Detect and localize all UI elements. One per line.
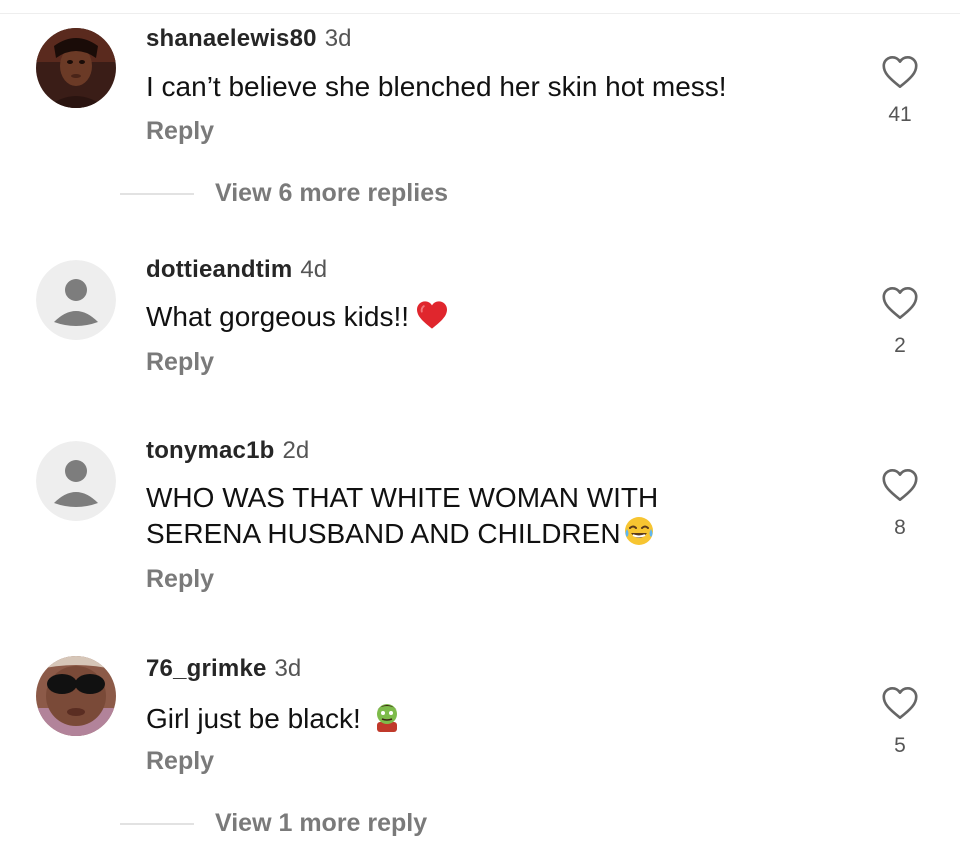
avatar[interactable] bbox=[36, 441, 116, 521]
comment-text-line: SERENA HUSBAND AND CHILDREN bbox=[146, 515, 658, 555]
username[interactable]: shanaelewis80 bbox=[146, 25, 317, 52]
view-more-label: View 1 more reply bbox=[215, 809, 428, 837]
like-count: 2 bbox=[894, 334, 906, 357]
comment-text-content: SERENA HUSBAND AND CHILDREN bbox=[146, 518, 621, 549]
red-heart-emoji-icon bbox=[415, 300, 449, 338]
reply-button[interactable]: Reply bbox=[146, 116, 214, 146]
user-photo-avatar-icon bbox=[36, 656, 116, 736]
like-count: 41 bbox=[888, 103, 912, 126]
timestamp: 4d bbox=[300, 256, 328, 283]
heart-outline-icon bbox=[882, 469, 918, 501]
view-more-line bbox=[120, 823, 194, 825]
heart-outline-icon bbox=[882, 287, 918, 319]
comment-text: What gorgeous kids!! bbox=[146, 300, 449, 338]
comment-text-content: I can’t believe she blenched her skin ho… bbox=[146, 71, 727, 102]
face-with-tears-of-joy-emoji-icon bbox=[623, 515, 655, 555]
timestamp: 3d bbox=[324, 25, 352, 52]
like-count: 8 bbox=[894, 516, 906, 539]
like-button[interactable]: 2 bbox=[876, 286, 924, 358]
like-button[interactable]: 8 bbox=[876, 468, 924, 540]
like-button[interactable]: 41 bbox=[876, 55, 924, 127]
comment-text: Girl just be black! bbox=[146, 700, 403, 740]
timestamp: 3d bbox=[274, 655, 302, 682]
avatar[interactable] bbox=[36, 260, 116, 340]
view-more-label: View 6 more replies bbox=[215, 179, 448, 207]
default-profile-avatar-icon bbox=[36, 441, 116, 521]
like-button[interactable]: 5 bbox=[876, 686, 924, 758]
heart-outline-icon bbox=[882, 56, 918, 88]
user-photo-avatar-icon bbox=[36, 28, 116, 108]
comment-text-content: Girl just be black! bbox=[146, 703, 361, 734]
username[interactable]: dottieandtim bbox=[146, 256, 292, 283]
zombie-emoji-icon bbox=[371, 700, 403, 740]
default-profile-avatar-icon bbox=[36, 260, 116, 340]
avatar[interactable] bbox=[36, 28, 116, 108]
reply-button[interactable]: Reply bbox=[146, 746, 214, 776]
timestamp: 2d bbox=[282, 437, 310, 464]
top-divider bbox=[0, 13, 960, 14]
like-count: 5 bbox=[894, 734, 906, 757]
avatar[interactable] bbox=[36, 656, 116, 736]
reply-button[interactable]: Reply bbox=[146, 564, 214, 594]
username[interactable]: tonymac1b bbox=[146, 437, 275, 464]
reply-button[interactable]: Reply bbox=[146, 347, 214, 377]
username[interactable]: 76_grimke bbox=[146, 655, 267, 682]
comment-text-line: WHO WAS THAT WHITE WOMAN WITH bbox=[146, 482, 659, 513]
heart-outline-icon bbox=[882, 687, 918, 719]
comment-text: WHO WAS THAT WHITE WOMAN WITH SERENA HUS… bbox=[146, 481, 658, 555]
comment-text-content: What gorgeous kids!! bbox=[146, 301, 410, 332]
view-more-line bbox=[120, 193, 194, 195]
comment-text: I can’t believe she blenched her skin ho… bbox=[146, 70, 727, 104]
